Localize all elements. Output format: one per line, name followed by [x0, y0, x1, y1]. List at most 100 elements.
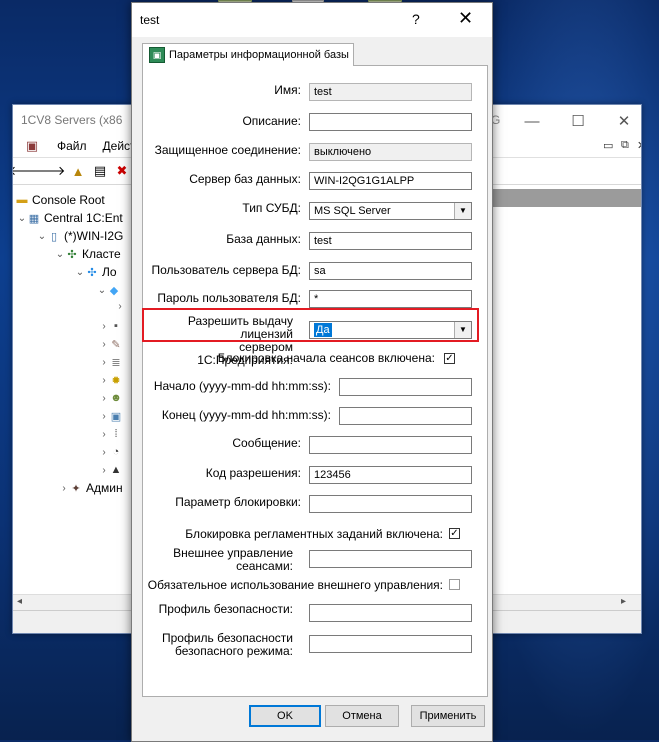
result-pane-header [487, 189, 641, 207]
show-tree-icon[interactable]: ▤ [91, 162, 109, 180]
chevron-right-icon[interactable]: › [99, 357, 109, 368]
chevron-down-icon[interactable]: ▼ [454, 203, 471, 219]
tree-node-central[interactable]: ⌄ ▦ Central 1C:Ent [17, 211, 123, 225]
list-icon: ≣ [111, 356, 121, 369]
chevron-right-icon[interactable]: › [99, 411, 109, 422]
description-label: Описание: [242, 114, 301, 128]
chevron-down-icon[interactable]: ⌄ [75, 267, 85, 278]
close-icon[interactable]: ✕ [601, 107, 641, 135]
tree-node-cluster[interactable]: ⌄ ✣ Класте [55, 247, 121, 261]
dialog-title: test [140, 13, 160, 27]
up-folder-icon[interactable]: ▲ [69, 162, 87, 180]
server-tree-icon: ▦ [28, 212, 40, 225]
chevron-right-icon[interactable]: › [59, 483, 69, 494]
secure-connection-field[interactable]: выключено [309, 143, 472, 161]
session-lock-checkbox[interactable]: ✓ [444, 353, 455, 364]
ok-button[interactable]: OK [249, 705, 321, 727]
delete-icon[interactable]: ✖ [113, 162, 131, 180]
tree-node-item[interactable]: › ☻ [99, 391, 126, 405]
folder-icon: ▬ [16, 194, 28, 206]
description-field[interactable] [309, 113, 472, 131]
chevron-down-icon[interactable]: ⌄ [97, 285, 107, 296]
tree-node-item[interactable]: › ▪ [99, 319, 126, 333]
tree-node-item[interactable]: ⌄ ◆ [97, 283, 124, 297]
child-close-icon[interactable]: ✕ [631, 139, 641, 152]
database-icon: ◆ [109, 284, 119, 297]
scroll-right-icon[interactable]: ▸ [621, 596, 626, 607]
tree-node-item[interactable]: › [115, 301, 125, 312]
db-password-label: Пароль пользователя БД: [157, 291, 301, 305]
end-field[interactable] [339, 407, 472, 425]
external-session-mgmt-field[interactable] [309, 550, 472, 568]
safe-mode-profile-field[interactable] [309, 635, 472, 653]
minimize-icon[interactable]: — [509, 107, 555, 135]
lock-parameter-label: Параметр блокировки: [175, 495, 301, 509]
tree-node-console-root[interactable]: ▬ Console Root [15, 193, 105, 207]
db-user-field[interactable]: sa [309, 262, 472, 280]
database-field[interactable]: test [309, 232, 472, 250]
dbms-type-label: Тип СУБД: [242, 201, 301, 215]
permission-code-field[interactable]: 123456 [309, 466, 472, 484]
chevron-right-icon[interactable]: › [99, 321, 109, 332]
cancel-button[interactable]: Отмена [325, 705, 399, 727]
security-profile-field[interactable] [309, 604, 472, 622]
tab-infobase-parameters[interactable]: ▣ Параметры информационной базы [142, 43, 354, 66]
chevron-right-icon[interactable]: › [99, 339, 109, 350]
secure-connection-label: Защищенное соединение: [154, 143, 301, 157]
tree-node-admin[interactable]: › ✦ Админ [59, 481, 122, 495]
scheduled-jobs-lock-checkbox[interactable]: ✓ [449, 528, 460, 539]
lock-parameter-field[interactable] [309, 495, 472, 513]
chevron-down-icon[interactable]: ⌄ [17, 213, 27, 224]
mmc-app-icon: ▣ [25, 138, 39, 153]
gear-icon: ✹ [111, 374, 121, 387]
tree-node-item[interactable]: › ✹ [99, 373, 126, 387]
dbms-type-select[interactable]: MS SQL Server ▼ [309, 202, 472, 220]
tree-node-item[interactable]: › ▲ [99, 463, 126, 477]
chevron-right-icon[interactable]: › [99, 465, 109, 476]
safe-mode-profile-label: Профиль безопасности безопасного режима: [162, 631, 293, 658]
name-label: Имя: [274, 83, 301, 97]
apply-button[interactable]: Применить [411, 705, 485, 727]
connections-icon: ▪ [114, 320, 118, 332]
tree-node-infobases[interactable]: ⌄ ✣ Ло [75, 265, 117, 279]
tree-node-server[interactable]: ⌄ ▯ (*)WIN-I2G [37, 229, 124, 243]
chevron-right-icon[interactable]: › [99, 429, 109, 440]
scheduled-jobs-lock-label: Блокировка регламентных заданий включена… [185, 527, 443, 541]
maximize-icon[interactable]: ☐ [555, 107, 601, 135]
mmc-title: 1CV8 Servers (x86 [21, 113, 123, 127]
help-icon[interactable]: ? [412, 11, 420, 27]
console-tree: ▬ Console Root ⌄ ▦ Central 1C:Ent ⌄ ▯ (*… [13, 189, 137, 589]
db-server-label: Сервер баз данных: [189, 172, 301, 186]
chevron-right-icon[interactable]: › [115, 301, 125, 312]
services-icon: ⁞ [114, 428, 118, 440]
menu-file[interactable]: Файл [51, 139, 93, 153]
forward-arrow-icon[interactable]: 🡒 [31, 162, 66, 180]
message-field[interactable] [309, 436, 472, 454]
chevron-down-icon[interactable]: ⌄ [37, 231, 47, 242]
tree-node-item[interactable]: › ✎ [99, 337, 126, 351]
network-icon: ▲ [110, 464, 122, 476]
cluster-icon: ✣ [67, 248, 77, 261]
db-password-field[interactable]: * [309, 290, 472, 308]
database-label: База данных: [226, 232, 301, 246]
tree-node-item[interactable]: › ≣ [99, 355, 126, 369]
session-lock-label: Блокировка начала сеансов включена: [217, 351, 435, 365]
start-field[interactable] [339, 378, 472, 396]
close-icon[interactable]: ✕ [458, 8, 473, 29]
tree-node-item[interactable]: › ◔ [99, 445, 126, 459]
security-profile-label: Профиль безопасности: [158, 602, 293, 616]
chevron-right-icon[interactable]: › [99, 393, 109, 404]
tree-node-item[interactable]: › ⁞ [99, 427, 126, 441]
external-session-mgmt-label: Внешнее управление сеансами: [173, 546, 293, 573]
server-icon: ▯ [50, 230, 58, 243]
tree-node-item[interactable]: › ▣ [99, 409, 126, 423]
db-server-field[interactable]: WIN-I2QG1G1ALPP [309, 172, 472, 190]
chevron-down-icon[interactable]: ⌄ [55, 249, 65, 260]
admin-icon: ✦ [71, 482, 81, 495]
external-mgmt-required-checkbox[interactable] [449, 579, 460, 590]
name-field[interactable]: test [309, 83, 472, 101]
scroll-left-icon[interactable]: ◂ [17, 596, 22, 607]
start-label: Начало (yyyy-mm-dd hh:mm:ss): [153, 379, 331, 393]
chevron-right-icon[interactable]: › [99, 447, 109, 458]
chevron-right-icon[interactable]: › [99, 375, 109, 386]
